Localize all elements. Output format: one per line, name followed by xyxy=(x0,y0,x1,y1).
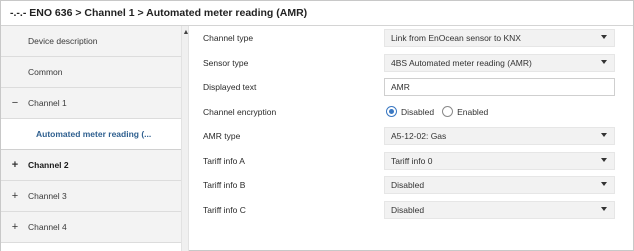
sidebar-item-label: Device description xyxy=(28,36,98,46)
tariff-info-a-select[interactable]: Tariff info 0 xyxy=(384,151,615,170)
minus-icon[interactable]: − xyxy=(8,97,22,109)
sidebar-scrollbar[interactable]: ▲ xyxy=(181,26,189,251)
breadcrumb-title: -.-.- ENO 636 > Channel 1 > Automated me… xyxy=(1,1,633,26)
amr-type-select[interactable]: A5-12-02: Gas xyxy=(384,127,615,146)
displayed-text-input[interactable]: AMR xyxy=(384,78,615,97)
select-value: Tariff info 0 xyxy=(391,155,433,166)
chevron-down-icon xyxy=(601,157,607,162)
parameter-panel: Channel type Link from EnOcean sensor to… xyxy=(192,26,632,222)
sidebar-item-channel-4[interactable]: + Channel 4 xyxy=(1,212,181,243)
tariff-info-b-select[interactable]: Disabled xyxy=(384,176,615,195)
sidebar-item-label: Channel 2 xyxy=(28,160,69,170)
param-label: Tariff info A xyxy=(203,155,245,166)
param-label: Tariff info B xyxy=(203,180,246,191)
chevron-down-icon xyxy=(601,206,607,211)
channel-type-select[interactable]: Link from EnOcean sensor to KNX xyxy=(384,29,615,48)
sidebar-item-label: Automated meter reading (... xyxy=(36,129,152,139)
sensor-type-select[interactable]: 4BS Automated meter reading (AMR) xyxy=(384,53,615,72)
sidebar-item-label: Common xyxy=(28,67,63,77)
sidebar-item-common[interactable]: Common xyxy=(1,57,181,88)
chevron-down-icon xyxy=(601,182,607,187)
sidebar-item-label: Channel 3 xyxy=(28,191,67,201)
param-row-channel-encryption: Channel encryption Disabled Enabled xyxy=(192,100,632,125)
select-value: A5-12-02: Gas xyxy=(391,131,447,142)
radio-enabled[interactable]: Enabled xyxy=(442,106,489,118)
param-label: Displayed text xyxy=(203,82,257,93)
param-row-tariff-info-b: Tariff info B Disabled xyxy=(192,173,632,198)
sidebar-item-channel-3[interactable]: + Channel 3 xyxy=(1,181,181,212)
radio-unchecked-icon xyxy=(442,106,454,118)
sidebar-item-device-description[interactable]: Device description xyxy=(1,26,181,57)
radio-label: Disabled xyxy=(401,106,435,117)
sidebar-item-label: Channel 4 xyxy=(28,222,67,232)
param-label: Channel type xyxy=(203,33,254,44)
param-row-amr-type: AMR type A5-12-02: Gas xyxy=(192,124,632,149)
plus-icon[interactable]: + xyxy=(8,221,22,233)
chevron-down-icon xyxy=(601,35,607,40)
param-label: AMR type xyxy=(203,131,241,142)
radio-label: Enabled xyxy=(457,106,489,117)
channel-encryption-radio-group: Disabled Enabled xyxy=(384,103,615,121)
param-row-tariff-info-c: Tariff info C Disabled xyxy=(192,198,632,223)
param-row-sensor-type: Sensor type 4BS Automated meter reading … xyxy=(192,51,632,76)
param-row-tariff-info-a: Tariff info A Tariff info 0 xyxy=(192,149,632,174)
chevron-down-icon xyxy=(601,59,607,64)
select-value: Disabled xyxy=(391,204,425,215)
plus-icon[interactable]: + xyxy=(8,159,22,171)
radio-checked-icon xyxy=(386,106,397,118)
chevron-down-icon xyxy=(601,133,607,138)
radio-disabled[interactable]: Disabled xyxy=(386,106,435,118)
select-value: Link from EnOcean sensor to KNX xyxy=(391,33,521,44)
parameter-window: -.-.- ENO 636 > Channel 1 > Automated me… xyxy=(0,0,634,251)
sidebar-item-automated-meter-reading[interactable]: Automated meter reading (... xyxy=(1,119,181,150)
sidebar-item-label: Channel 1 xyxy=(28,98,67,108)
param-row-channel-type: Channel type Link from EnOcean sensor to… xyxy=(192,26,632,51)
tariff-info-c-select[interactable]: Disabled xyxy=(384,200,615,219)
param-label: Sensor type xyxy=(203,57,249,68)
param-label: Channel encryption xyxy=(203,106,277,117)
param-label: Tariff info C xyxy=(203,204,246,215)
sidebar: Device description Common − Channel 1 Au… xyxy=(1,26,181,251)
sidebar-item-channel-2[interactable]: + Channel 2 xyxy=(1,150,181,181)
scroll-up-arrow-icon[interactable]: ▲ xyxy=(182,29,190,36)
plus-icon[interactable]: + xyxy=(8,190,22,202)
param-row-displayed-text: Displayed text AMR xyxy=(192,75,632,100)
select-value: Disabled xyxy=(391,180,425,191)
sidebar-item-channel-1[interactable]: − Channel 1 xyxy=(1,88,181,119)
select-value: 4BS Automated meter reading (AMR) xyxy=(391,57,532,68)
